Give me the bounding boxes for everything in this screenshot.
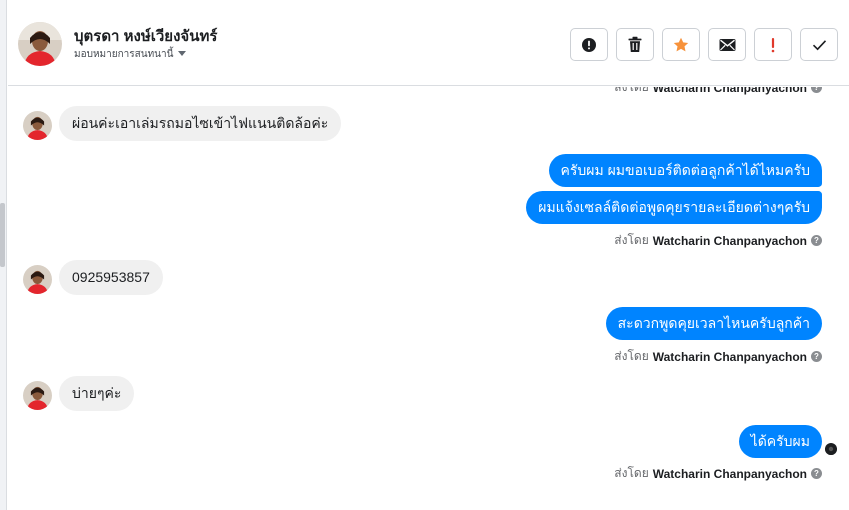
seen-avatar-icon <box>825 443 837 455</box>
contact-name: บุตรดา หงษ์เวียงจันทร์ <box>74 28 218 45</box>
star-button[interactable] <box>662 28 700 61</box>
scrollbar-thumb[interactable] <box>0 203 5 267</box>
star-icon <box>673 37 689 51</box>
message-thread[interactable]: ส่งโดย Watcharin Chanpanyachon ? ผ่อนค่ะ… <box>8 87 849 510</box>
mark-done-button[interactable] <box>800 28 838 61</box>
incoming-message[interactable]: ผ่อนค่ะเอาเล่มรถมอไซเข้าไฟแนนติดล้อค่ะ <box>59 106 342 141</box>
caret-down-icon <box>178 51 187 56</box>
trash-icon <box>628 36 642 52</box>
help-icon[interactable]: ? <box>811 351 822 362</box>
conversation-toolbar <box>570 28 838 61</box>
outgoing-message[interactable]: ได้ครับผม <box>738 425 822 458</box>
incoming-message[interactable]: 0925953857 <box>59 260 163 295</box>
assign-conversation-dropdown[interactable]: มอบหมายการสนทนานี้ <box>74 47 187 62</box>
agent-name: Watcharin Chanpanyachon <box>652 349 807 364</box>
agent-name: Watcharin Chanpanyachon <box>652 87 807 95</box>
sent-by-label: ส่งโดย Watcharin Chanpanyachon ? <box>614 87 822 97</box>
sent-by-prefix: ส่งโดย <box>614 87 649 94</box>
alert-circle-icon <box>582 37 596 52</box>
help-icon[interactable]: ? <box>811 468 822 479</box>
contact-avatar-small[interactable] <box>23 381 52 410</box>
sent-by-label: ส่งโดย Watcharin Chanpanyachon ? <box>614 464 822 483</box>
exclamation-icon <box>771 37 775 52</box>
incoming-message[interactable]: บ่ายๆค่ะ <box>59 376 135 411</box>
sent-by-label: ส่งโดย Watcharin Chanpanyachon ? <box>614 231 822 250</box>
sent-by-prefix: ส่งโดย <box>614 233 649 247</box>
check-icon <box>812 39 826 50</box>
contact-avatar-small[interactable] <box>23 111 52 140</box>
contact-avatar-small[interactable] <box>23 265 52 294</box>
mark-unread-button[interactable] <box>708 28 746 61</box>
sent-by-prefix: ส่งโดย <box>614 466 649 480</box>
outgoing-message[interactable]: ครับผม ผมขอเบอร์ติดต่อลูกค้าได้ไหมครับ <box>548 154 822 187</box>
assign-conversation-label: มอบหมายการสนทนานี้ <box>74 49 174 60</box>
alert-circle-button[interactable] <box>570 28 608 61</box>
flag-button[interactable] <box>754 28 792 61</box>
outgoing-message[interactable]: สะดวกพูดคุยเวลาไหนครับลูกค้า <box>605 307 822 340</box>
sent-by-prefix: ส่งโดย <box>614 349 649 363</box>
envelope-icon <box>719 38 735 51</box>
outgoing-message[interactable]: ผมแจ้งเซลล์ติดต่อพูดคุยรายละเอียดต่างๆคร… <box>526 191 822 224</box>
delete-button[interactable] <box>616 28 654 61</box>
help-icon[interactable]: ? <box>811 87 822 93</box>
help-icon[interactable]: ? <box>811 235 822 246</box>
agent-name: Watcharin Chanpanyachon <box>652 233 807 248</box>
agent-name: Watcharin Chanpanyachon <box>652 466 807 481</box>
conversation-header: บุตรดา หงษ์เวียงจันทร์ มอบหมายการสนทนานี… <box>8 0 849 86</box>
contact-avatar[interactable] <box>18 22 62 66</box>
sent-by-label: ส่งโดย Watcharin Chanpanyachon ? <box>614 347 822 366</box>
left-gutter <box>0 0 7 510</box>
